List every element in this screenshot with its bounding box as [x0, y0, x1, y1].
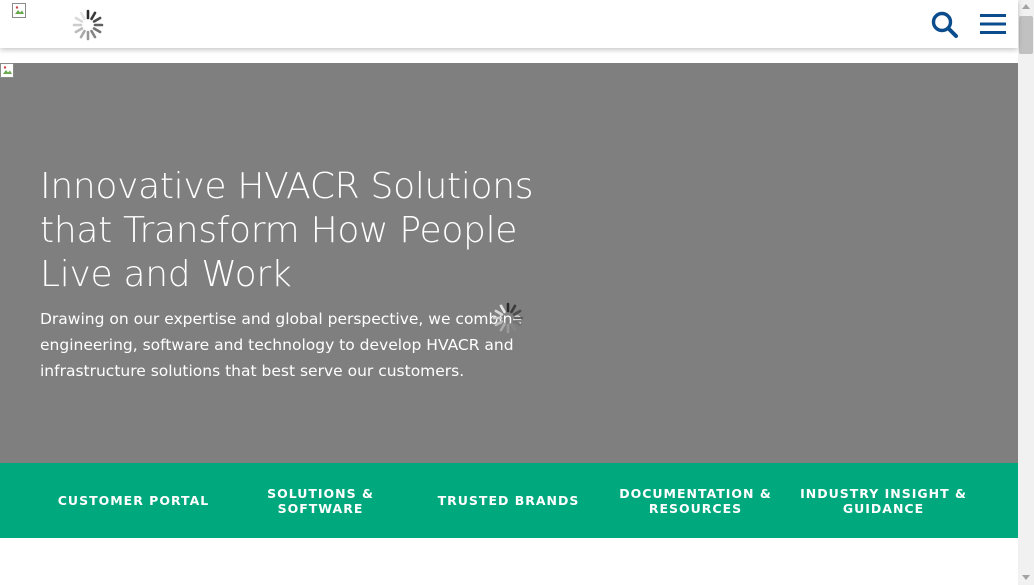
spinner-icon [72, 9, 104, 41]
search-icon[interactable] [930, 10, 960, 40]
nav-item-industry-insight-guidance[interactable]: INDUSTRY INSIGHT & GUIDANCE [790, 463, 977, 538]
scroll-down-arrow-icon[interactable] [1022, 575, 1030, 580]
spinner-icon [492, 302, 524, 334]
scroll-up-arrow-icon[interactable] [1022, 4, 1030, 9]
hamburger-menu-icon[interactable] [978, 11, 1008, 37]
hero-title: Innovative HVACR Solutions that Transfor… [40, 166, 534, 295]
nav-item-trusted-brands[interactable]: TRUSTED BRANDS [415, 463, 602, 538]
hero-description: Drawing on our expertise and global pers… [40, 310, 523, 380]
broken-image-icon[interactable] [12, 3, 28, 19]
nav-item-documentation-resources[interactable]: DOCUMENTATION & RESOURCES [602, 463, 789, 538]
vertical-scrollbar[interactable] [1018, 0, 1034, 585]
hero-banner: Innovative HVACR Solutions that Transfor… [0, 63, 1018, 463]
scrollbar-thumb[interactable] [1019, 16, 1033, 54]
nav-item-solutions-software[interactable]: SOLUTIONS & SOFTWARE [227, 463, 414, 538]
quick-links-nav: CUSTOMER PORTAL SOLUTIONS & SOFTWARE TRU… [0, 463, 1018, 538]
broken-image-icon [0, 63, 14, 78]
nav-item-customer-portal[interactable]: CUSTOMER PORTAL [40, 463, 227, 538]
site-header [0, 0, 1018, 48]
